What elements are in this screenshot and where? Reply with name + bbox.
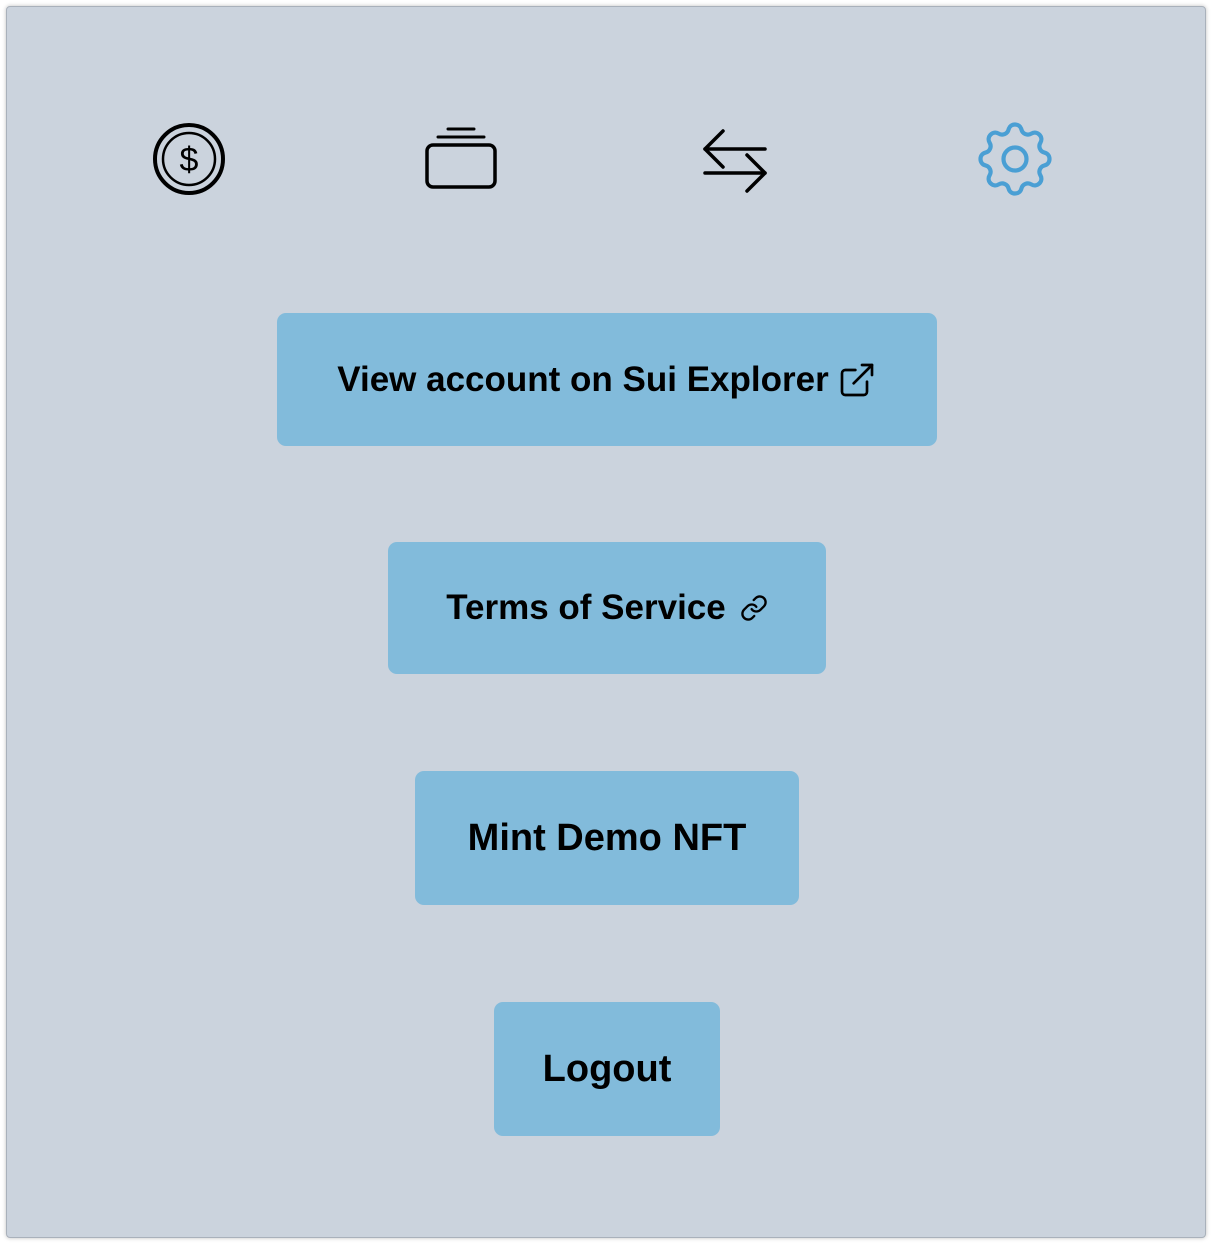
stacked-cards-icon — [425, 127, 497, 189]
settings-panel: $ View account on Sui Explorer Terms of … — [6, 6, 1206, 1238]
terms-of-service-label: Terms of Service — [446, 588, 726, 627]
mint-demo-nft-label: Mint Demo NFT — [467, 816, 747, 859]
swap-arrows-icon — [703, 129, 767, 193]
nav-transactions-tab[interactable] — [693, 117, 777, 201]
nav-coins-tab[interactable]: $ — [147, 117, 231, 201]
terms-of-service-button[interactable]: Terms of Service — [388, 542, 826, 674]
nav-collectibles-tab[interactable] — [419, 117, 503, 201]
logout-label: Logout — [542, 1047, 672, 1090]
dollar-coin-icon: $ — [153, 123, 225, 195]
external-link-icon — [837, 360, 877, 400]
gear-icon — [978, 122, 1052, 196]
svg-text:$: $ — [180, 141, 199, 179]
link-icon — [740, 594, 768, 622]
view-explorer-label: View account on Sui Explorer — [337, 359, 829, 399]
nav-settings-tab[interactable] — [967, 111, 1063, 207]
mint-demo-nft-button[interactable]: Mint Demo NFT — [415, 771, 799, 905]
logout-button[interactable]: Logout — [494, 1002, 720, 1136]
top-nav: $ — [7, 7, 1205, 307]
view-explorer-button[interactable]: View account on Sui Explorer — [277, 313, 937, 446]
